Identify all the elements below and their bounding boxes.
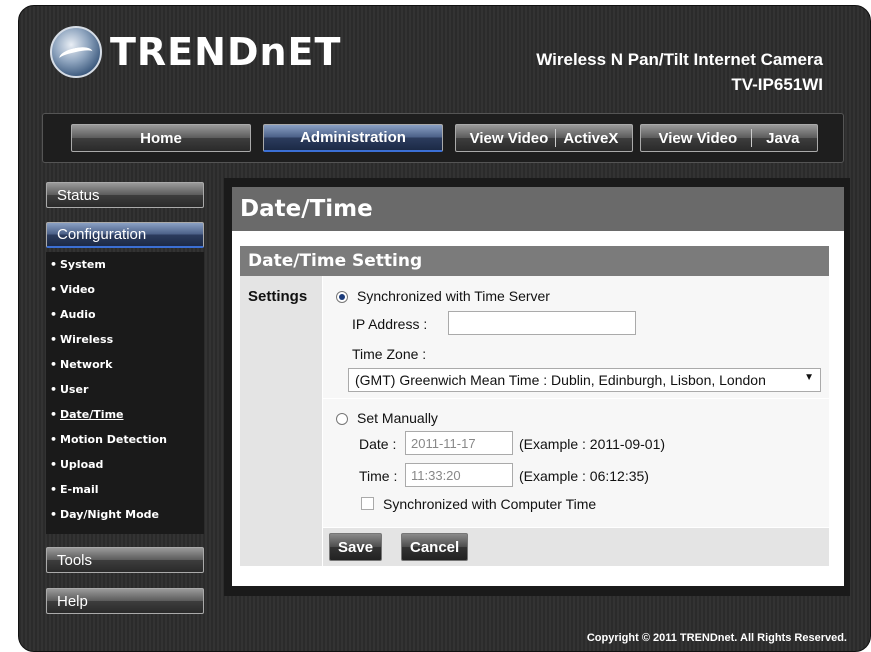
nav-administration-label: Administration [300, 129, 406, 146]
copyright-text: Copyright © 2011 TRENDnet. All Rights Re… [586, 632, 847, 644]
time-zone-value: (GMT) Greenwich Mean Time : Dublin, Edin… [355, 372, 766, 388]
submenu-upload-link[interactable]: Upload [46, 452, 204, 477]
settings-label: Settings [248, 288, 308, 305]
nav-view-video-java-button[interactable]: View Video Java [640, 124, 818, 152]
settings-label-column: Settings [240, 276, 322, 566]
pc-sync-checkbox[interactable] [361, 497, 374, 510]
trendnet-logo: TRENDnET [50, 26, 341, 78]
submenu-datetime-link[interactable]: Date/Time [46, 402, 204, 427]
sidebar-status-label: Status [57, 186, 100, 204]
set-manually-label: Set Manually [357, 410, 438, 426]
product-line: Wireless N Pan/Tilt Internet Camera [536, 50, 823, 69]
sidebar-help-button[interactable]: Help [46, 588, 204, 614]
datetime-panel: Date/Time Setting Settings Synchronized … [232, 231, 844, 586]
time-input[interactable]: 11:33:20 [405, 463, 513, 487]
pc-sync-label: Synchronized with Computer Time [383, 496, 597, 512]
submenu-email-link[interactable]: E-mail [46, 477, 204, 502]
sidebar-tools-label: Tools [57, 551, 93, 569]
chevron-down-icon: ▼ [804, 372, 814, 383]
date-label: Date : [359, 436, 397, 452]
time-zone-label: Time Zone : [352, 346, 427, 362]
submenu-motion-detection-link[interactable]: Motion Detection [46, 427, 204, 452]
time-zone-select[interactable]: (GMT) Greenwich Mean Time : Dublin, Edin… [348, 368, 821, 392]
configuration-submenu: System Video Audio Wireless Network User… [46, 252, 204, 534]
page-title: Date/Time [232, 187, 844, 231]
trendnet-globe-icon [50, 26, 102, 78]
date-input[interactable]: 2011-11-17 [405, 431, 513, 455]
section-heading: Date/Time Setting [240, 246, 829, 276]
save-label: Save [338, 538, 374, 556]
sync-time-server-radio[interactable] [336, 291, 348, 303]
save-button[interactable]: Save [329, 533, 383, 561]
nav-administration-button[interactable]: Administration [263, 124, 443, 152]
date-example: (Example : 2011-09-01) [519, 436, 666, 452]
set-manually-group: Set Manually Date : 2011-11-17 (Example … [323, 399, 829, 527]
sidebar-help-label: Help [57, 592, 88, 610]
ip-address-label: IP Address : [352, 316, 428, 332]
submenu-wireless-link[interactable]: Wireless [46, 327, 204, 352]
submenu-video-link[interactable]: Video [46, 277, 204, 302]
nav-home-button[interactable]: Home [71, 124, 251, 152]
nav-home-label: Home [140, 129, 182, 147]
set-manually-radio[interactable] [336, 413, 348, 425]
ip-address-input[interactable] [448, 311, 636, 335]
nav-java-label-a: View Video [658, 129, 738, 147]
sidebar-tools-button[interactable]: Tools [46, 547, 204, 573]
nav-activex-label-a: View Video [469, 129, 549, 147]
submenu-audio-link[interactable]: Audio [46, 302, 204, 327]
submenu-network-link[interactable]: Network [46, 352, 204, 377]
sync-time-server-label: Synchronized with Time Server [357, 288, 550, 304]
sidebar-configuration-label: Configuration [57, 226, 147, 243]
product-model: TV-IP651WI [731, 75, 823, 94]
nav-separator [751, 129, 753, 147]
cancel-label: Cancel [410, 538, 460, 556]
time-label: Time : [359, 468, 398, 484]
logo-text: TRENDnET [110, 30, 342, 74]
nav-view-video-activex-button[interactable]: View Video ActiveX [455, 124, 633, 152]
top-nav: Home Administration View Video ActiveX Vi… [42, 113, 844, 163]
sync-server-group: Synchronized with Time Server IP Address… [323, 276, 829, 398]
nav-java-label-b: Java [766, 129, 800, 147]
submenu-system-link[interactable]: System [46, 252, 204, 277]
product-title: Wireless N Pan/Tilt Internet Camera TV-I… [536, 47, 823, 97]
submenu-user-link[interactable]: User [46, 377, 204, 402]
submenu-day-night-link[interactable]: Day/Night Mode [46, 502, 204, 527]
nav-separator [555, 129, 557, 147]
time-example: (Example : 06:12:35) [519, 468, 649, 484]
form-actions: Save Cancel [323, 528, 829, 566]
sidebar-configuration-button[interactable]: Configuration [46, 222, 204, 248]
nav-activex-label-b: ActiveX [563, 129, 619, 147]
cancel-button[interactable]: Cancel [401, 533, 469, 561]
sidebar-status-button[interactable]: Status [46, 182, 204, 208]
